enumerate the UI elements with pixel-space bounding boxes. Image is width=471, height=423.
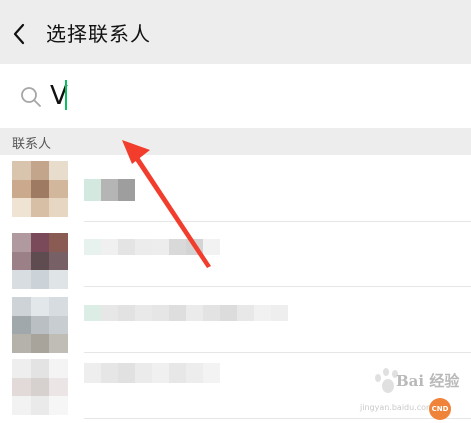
text-caret [65,80,67,110]
avatar [12,161,68,217]
search-bar[interactable]: V [0,64,471,128]
list-item[interactable] [0,221,471,289]
title-bar: 选择联系人 [0,0,471,64]
search-icon [21,87,41,107]
avatar [12,297,68,353]
watermark-text: Bai 经验 [396,372,460,390]
page-title: 选择联系人 [46,22,151,46]
chevron-left-icon[interactable] [10,22,30,46]
avatar [12,233,68,289]
list-item[interactable] [0,287,471,353]
section-label: 联系人 [12,137,52,152]
section-header: 联系人 [0,128,471,155]
contact-name [84,305,288,337]
watermark-url: jingyan.baidu.com [360,403,434,412]
contact-name [84,363,220,403]
contact-name [84,179,135,201]
list-item[interactable] [0,155,471,222]
watermark-badge-icon: CND [429,398,451,420]
contact-name [84,239,220,271]
avatar [12,359,68,415]
